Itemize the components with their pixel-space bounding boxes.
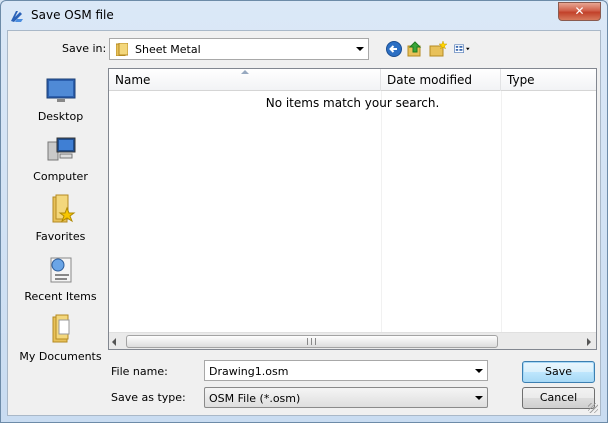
column-header-label: Type — [507, 73, 535, 87]
computer-icon — [47, 137, 76, 161]
sort-ascending-icon — [241, 70, 249, 74]
close-button[interactable]: ✕ — [558, 2, 601, 21]
scroll-right-icon[interactable] — [587, 338, 591, 346]
save-as-type-value: OSM File (*.osm) — [209, 392, 301, 405]
folder-icon — [116, 43, 128, 56]
back-icon[interactable] — [385, 40, 403, 58]
column-header-name[interactable]: Name — [109, 69, 381, 91]
place-label: Recent Items — [24, 290, 97, 303]
column-header-label: Date modified — [387, 73, 473, 87]
new-folder-icon[interactable] — [429, 40, 447, 58]
place-computer[interactable]: Computer — [14, 134, 107, 194]
scroll-left-icon[interactable] — [112, 338, 116, 346]
column-header-date-modified[interactable]: Date modified — [381, 69, 501, 91]
file-name-field[interactable]: Drawing1.osm — [204, 360, 488, 381]
app-logo-icon — [11, 11, 23, 22]
cancel-button[interactable]: Cancel — [522, 387, 595, 409]
chevron-down-icon[interactable] — [356, 47, 364, 51]
file-name-label: File name: — [111, 365, 168, 378]
up-folder-icon[interactable] — [406, 40, 424, 58]
column-header-type[interactable]: Type — [501, 69, 596, 91]
close-icon: ✕ — [574, 4, 585, 18]
save-in-value: Sheet Metal — [135, 43, 201, 56]
place-recent-items[interactable]: Recent Items — [14, 254, 107, 314]
save-in-dropdown[interactable]: Sheet Metal — [109, 38, 369, 60]
place-label: My Documents — [19, 350, 102, 363]
column-divider — [501, 91, 502, 334]
documents-folder-icon — [52, 314, 70, 343]
dialog-client-area: Save in: Sheet Metal Desktop Computer Fa… — [7, 30, 601, 416]
favorites-folder-icon — [52, 194, 76, 223]
column-header-row: Name Date modified Type — [109, 69, 596, 91]
place-my-documents[interactable]: My Documents — [14, 314, 107, 374]
place-desktop[interactable]: Desktop — [14, 74, 107, 134]
horizontal-scrollbar[interactable] — [109, 332, 596, 349]
save-dialog-window: Save OSM file ✕ Save in: Sheet Metal Des… — [0, 0, 608, 423]
scrollbar-thumb[interactable] — [126, 335, 498, 348]
place-favorites[interactable]: Favorites — [14, 194, 107, 254]
title-bar[interactable]: Save OSM file ✕ — [1, 1, 607, 29]
save-in-label: Save in: — [62, 42, 107, 55]
save-button[interactable]: Save — [522, 361, 595, 383]
chevron-down-icon[interactable] — [475, 396, 483, 400]
save-as-type-dropdown[interactable]: OSM File (*.osm) — [204, 387, 488, 408]
grip-icon — [307, 338, 316, 345]
column-divider — [381, 91, 382, 334]
file-list-view[interactable]: Name Date modified Type No items match y… — [108, 68, 597, 350]
resize-grip-icon[interactable] — [588, 403, 598, 413]
column-header-label: Name — [115, 73, 151, 87]
empty-list-message: No items match your search. — [265, 96, 440, 110]
save-as-type-label: Save as type: — [111, 391, 186, 404]
place-label: Computer — [33, 170, 88, 183]
file-name-value[interactable]: Drawing1.osm — [209, 365, 288, 378]
chevron-down-icon[interactable] — [475, 369, 483, 373]
views-menu-icon[interactable] — [454, 40, 472, 58]
place-label: Desktop — [37, 110, 84, 123]
place-label: Favorites — [35, 230, 86, 243]
places-bar: Desktop Computer Favorites Recent Items … — [14, 68, 107, 372]
recent-items-icon — [50, 257, 72, 283]
desktop-icon — [46, 78, 76, 102]
window-title: Save OSM file — [31, 8, 114, 22]
